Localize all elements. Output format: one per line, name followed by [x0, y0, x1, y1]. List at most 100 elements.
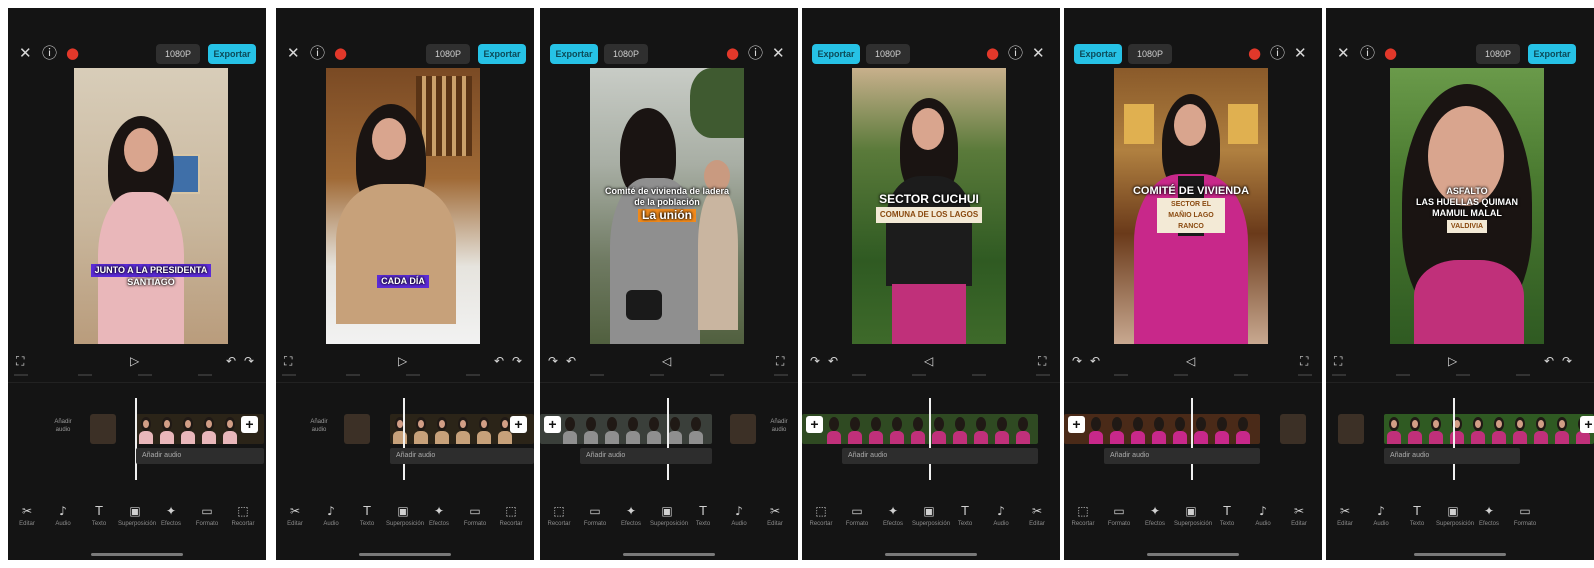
undo-icon[interactable]: ↶ [494, 352, 504, 370]
tool-crop[interactable]: ⬚ Recortar [804, 504, 838, 528]
audio-add-label[interactable]: Añadir audio [764, 418, 794, 434]
drop-icon[interactable]: ● [1384, 44, 1397, 62]
export-button[interactable]: Exportar [1074, 44, 1122, 64]
redo-icon[interactable]: ↷ [1072, 352, 1082, 370]
video-track[interactable] [1384, 414, 1594, 444]
tool-overlay[interactable]: ▣ Superposición [118, 504, 156, 528]
video-track[interactable] [802, 414, 1038, 444]
tool-audio[interactable]: ♪ Audio [46, 504, 80, 528]
tool-effects[interactable]: ✦ Efectos [422, 504, 456, 528]
tool-text[interactable]: T Texto [1400, 504, 1434, 528]
add-clip-button[interactable]: + [241, 416, 258, 433]
help-icon[interactable]: ⓘ [1360, 44, 1375, 62]
tool-edit[interactable]: ✂ Editar [10, 504, 44, 528]
tool-audio[interactable]: ♪ Audio [314, 504, 348, 528]
playhead[interactable] [667, 398, 669, 480]
fullscreen-icon[interactable]: ⛶ [16, 352, 24, 370]
play-icon[interactable]: ▷ [398, 352, 407, 370]
tool-overlay[interactable]: ▣ Superposición [1174, 504, 1212, 528]
fullscreen-icon[interactable]: ⛶ [1038, 352, 1046, 370]
resolution-selector[interactable]: 1080P [156, 44, 200, 64]
help-icon[interactable]: ⓘ [1270, 44, 1285, 62]
fullscreen-icon[interactable]: ⛶ [1334, 352, 1342, 370]
tool-audio[interactable]: ♪ Audio [984, 504, 1018, 528]
tool-overlay[interactable]: ▣ Superposición [386, 504, 424, 528]
play-icon[interactable]: ◁ [662, 352, 671, 370]
timeline[interactable]: + Añadir audio [802, 398, 1060, 486]
tool-format[interactable]: ▭ Formato [1102, 504, 1136, 528]
fullscreen-icon[interactable]: ⛶ [776, 352, 784, 370]
help-icon[interactable]: ⓘ [310, 44, 325, 62]
video-preview[interactable]: CADA DÍA [326, 68, 480, 344]
playhead[interactable] [403, 398, 405, 480]
playhead[interactable] [1453, 398, 1455, 480]
export-button[interactable]: Exportar [812, 44, 860, 64]
tool-effects[interactable]: ✦ Efectos [614, 504, 648, 528]
resolution-selector[interactable]: 1080P [866, 44, 910, 64]
tool-edit[interactable]: ✂ Editar [278, 504, 312, 528]
playhead[interactable] [1191, 398, 1193, 480]
video-track[interactable] [1064, 414, 1260, 444]
undo-icon[interactable]: ↶ [1090, 352, 1100, 370]
export-button[interactable]: Exportar [208, 44, 256, 64]
close-icon[interactable]: ✕ [1032, 44, 1045, 62]
tool-text[interactable]: T Texto [948, 504, 982, 528]
audio-track[interactable]: Añadir audio [390, 448, 534, 464]
play-icon[interactable]: ▷ [1448, 352, 1457, 370]
play-icon[interactable]: ◁ [1186, 352, 1195, 370]
audio-track[interactable]: Añadir audio [580, 448, 712, 464]
tool-crop[interactable]: ⬚ Recortar [542, 504, 576, 528]
timeline[interactable]: Añadir audio + Añadir audio [8, 398, 266, 486]
tool-effects[interactable]: ✦ Efectos [1138, 504, 1172, 528]
help-icon[interactable]: ⓘ [1008, 44, 1023, 62]
add-clip-button[interactable]: + [1068, 416, 1085, 433]
play-icon[interactable]: ◁ [924, 352, 933, 370]
redo-icon[interactable]: ↷ [810, 352, 820, 370]
help-icon[interactable]: ⓘ [42, 44, 57, 62]
playhead[interactable] [929, 398, 931, 480]
close-icon[interactable]: ✕ [1337, 44, 1350, 62]
audio-track[interactable]: Añadir audio [136, 448, 264, 464]
tool-crop[interactable]: ⬚ Recortar [226, 504, 260, 528]
resolution-selector[interactable]: 1080P [1128, 44, 1172, 64]
tool-format[interactable]: ▭ Formato [1508, 504, 1542, 528]
audio-track[interactable]: Añadir audio [842, 448, 1038, 464]
video-track[interactable] [540, 414, 712, 444]
video-preview[interactable]: SECTOR CUCHUI COMUNA DE LOS LAGOS [852, 68, 1006, 344]
add-clip-button[interactable]: + [510, 416, 527, 433]
cover-thumbnail[interactable] [1280, 414, 1306, 444]
drop-icon[interactable]: ● [1248, 44, 1261, 62]
undo-icon[interactable]: ↶ [1544, 352, 1554, 370]
tool-overlay[interactable]: ▣ Superposición [1436, 504, 1474, 528]
tool-format[interactable]: ▭ Formato [190, 504, 224, 528]
tool-overlay[interactable]: ▣ Superposición [912, 504, 950, 528]
video-preview[interactable]: JUNTO A LA PRESIDENTA SANTIAGO [74, 68, 228, 344]
add-clip-button[interactable]: + [1580, 416, 1594, 433]
tool-text[interactable]: T Texto [350, 504, 384, 528]
close-icon[interactable]: ✕ [287, 44, 300, 62]
drop-icon[interactable]: ● [66, 44, 79, 62]
export-button[interactable]: Exportar [478, 44, 526, 64]
tool-crop[interactable]: ⬚ Recortar [494, 504, 528, 528]
drop-icon[interactable]: ● [986, 44, 999, 62]
resolution-selector[interactable]: 1080P [426, 44, 470, 64]
cover-thumbnail[interactable] [730, 414, 756, 444]
tool-edit[interactable]: ✂ Editar [1282, 504, 1316, 528]
tool-text[interactable]: T Texto [686, 504, 720, 528]
timeline[interactable]: Añadir audio + Añadir audio [276, 398, 534, 486]
export-button[interactable]: Exportar [550, 44, 598, 64]
playhead[interactable] [135, 398, 137, 480]
cover-thumbnail[interactable] [1338, 414, 1364, 444]
undo-icon[interactable]: ↶ [566, 352, 576, 370]
play-icon[interactable]: ▷ [130, 352, 139, 370]
add-clip-button[interactable]: + [544, 416, 561, 433]
tool-format[interactable]: ▭ Formato [840, 504, 874, 528]
tool-audio[interactable]: ♪ Audio [1364, 504, 1398, 528]
close-icon[interactable]: ✕ [1294, 44, 1307, 62]
undo-icon[interactable]: ↶ [828, 352, 838, 370]
tool-format[interactable]: ▭ Formato [458, 504, 492, 528]
help-icon[interactable]: ⓘ [748, 44, 763, 62]
drop-icon[interactable]: ● [334, 44, 347, 62]
tool-audio[interactable]: ♪ Audio [722, 504, 756, 528]
export-button[interactable]: Exportar [1528, 44, 1576, 64]
